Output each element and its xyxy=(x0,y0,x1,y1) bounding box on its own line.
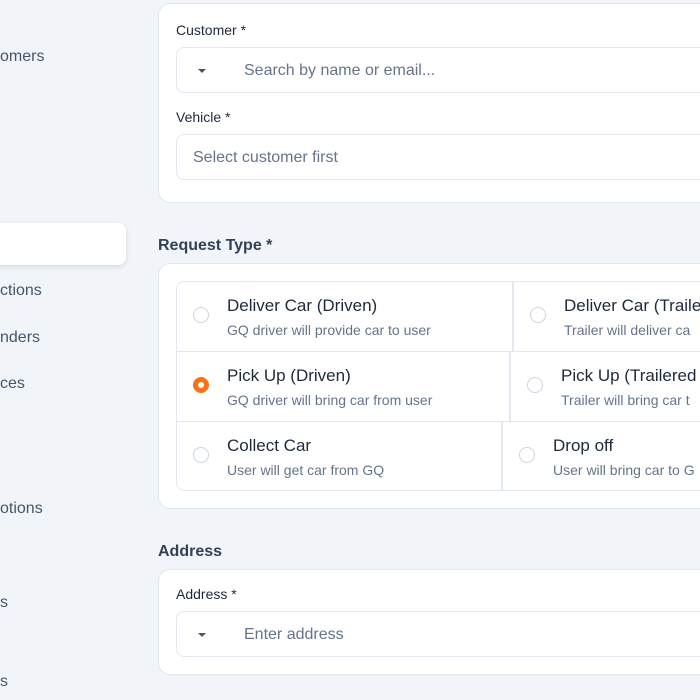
request-type-grid: Deliver Car (Driven) GQ driver will prov… xyxy=(176,281,700,491)
request-type-card: Deliver Car (Driven) GQ driver will prov… xyxy=(158,263,700,509)
request-type-row: Deliver Car (Driven) GQ driver will prov… xyxy=(177,282,700,352)
option-drop-off[interactable]: Drop off User will bring car to G xyxy=(503,422,700,490)
sidebar-item-promotions[interactable]: otions xyxy=(0,500,43,518)
option-collect-car[interactable]: Collect Car User will get car from GQ xyxy=(177,422,501,490)
option-desc: Trailer will bring car t xyxy=(561,392,690,408)
customer-search-placeholder: Search by name or email... xyxy=(244,62,436,79)
option-title: Pick Up (Driven) xyxy=(227,366,351,385)
sidebar-item-reminders[interactable]: nders xyxy=(0,329,40,347)
chevron-down-icon[interactable] xyxy=(198,633,206,637)
radio-collect-car[interactable] xyxy=(193,447,209,463)
option-title: Drop off xyxy=(553,436,614,455)
address-placeholder: Enter address xyxy=(244,626,344,643)
sidebar-item-services[interactable]: ces xyxy=(0,375,25,393)
option-title: Pick Up (Trailered xyxy=(561,366,697,385)
option-desc: User will get car from GQ xyxy=(227,462,385,478)
radio-pick-up-trailered[interactable] xyxy=(527,377,543,393)
vehicle-label: Vehicle * xyxy=(176,109,231,125)
option-desc: User will bring car to G xyxy=(553,462,695,478)
option-deliver-car-driven[interactable]: Deliver Car (Driven) GQ driver will prov… xyxy=(177,282,512,351)
sidebar-item-more[interactable]: s xyxy=(0,673,8,691)
chevron-down-icon[interactable] xyxy=(198,69,206,73)
sidebar-item-active[interactable] xyxy=(0,223,126,265)
option-title: Deliver Car (Traile xyxy=(564,296,700,315)
request-type-title: Request Type * xyxy=(158,237,273,254)
option-title: Collect Car xyxy=(227,436,312,455)
option-desc: GQ driver will bring car from user xyxy=(227,392,433,408)
address-card: Address * Enter address xyxy=(158,569,700,675)
vehicle-select-placeholder: Select customer first xyxy=(193,149,338,166)
radio-pick-up-driven-checked[interactable] xyxy=(193,377,209,393)
page: omers ctions nders ces otions s s Custom… xyxy=(0,0,700,700)
option-title: Deliver Car (Driven) xyxy=(227,296,378,315)
sidebar-item-customers[interactable]: omers xyxy=(0,48,44,66)
customer-label: Customer * xyxy=(176,22,247,38)
vehicle-select[interactable]: Select customer first xyxy=(176,134,700,180)
radio-drop-off[interactable] xyxy=(519,447,535,463)
sidebar-item-settings[interactable]: s xyxy=(0,594,8,612)
customer-search-input[interactable]: Search by name or email... xyxy=(176,47,700,93)
sidebar: omers ctions nders ces otions s s xyxy=(0,0,140,700)
option-pick-up-trailered[interactable]: Pick Up (Trailered Trailer will bring ca… xyxy=(511,352,700,421)
request-type-row: Pick Up (Driven) GQ driver will bring ca… xyxy=(177,352,700,422)
sidebar-item-inspections[interactable]: ctions xyxy=(0,282,42,300)
address-label: Address * xyxy=(176,586,237,602)
option-desc: GQ driver will provide car to user xyxy=(227,322,431,338)
request-type-row: Collect Car User will get car from GQ Dr… xyxy=(177,422,700,490)
radio-deliver-car-trailered[interactable] xyxy=(530,307,546,323)
radio-deliver-car-driven[interactable] xyxy=(193,307,209,323)
address-section-title: Address xyxy=(158,543,223,560)
customer-vehicle-card: Customer * Search by name or email... Ve… xyxy=(158,3,700,203)
option-deliver-car-trailered[interactable]: Deliver Car (Traile Trailer will deliver… xyxy=(514,282,700,351)
option-pick-up-driven[interactable]: Pick Up (Driven) GQ driver will bring ca… xyxy=(177,352,509,421)
option-desc: Trailer will deliver ca xyxy=(564,322,691,338)
address-input[interactable]: Enter address xyxy=(176,611,700,657)
